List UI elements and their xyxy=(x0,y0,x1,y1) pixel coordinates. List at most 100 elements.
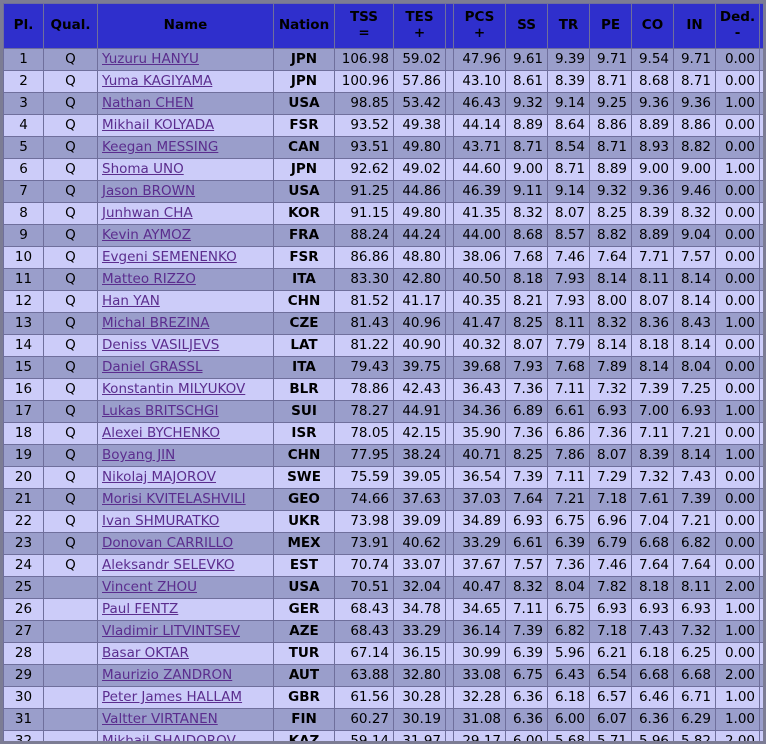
column-header-pl[interactable]: Pl. xyxy=(3,3,44,49)
cell-tr: 8.57 xyxy=(547,224,590,247)
skater-name-link[interactable]: Aleksandr SELEVKO xyxy=(102,557,235,573)
cell-tss: 91.15 xyxy=(334,202,394,225)
skater-name-link[interactable]: Mikhail KOLYADA xyxy=(102,117,214,133)
cell-nation: FIN xyxy=(273,708,335,731)
cell-pcs: 47.96 xyxy=(453,48,506,71)
cell-pcs: 43.10 xyxy=(453,70,506,93)
cell-name: Evgeni SEMENENKO xyxy=(97,246,274,269)
skater-name-link[interactable]: Han YAN xyxy=(102,293,160,309)
cell-tss: 79.43 xyxy=(334,356,394,379)
skater-name-link[interactable]: Konstantin MILYUKOV xyxy=(102,381,245,397)
skater-name-link[interactable]: Junhwan CHA xyxy=(102,205,193,221)
column-header-tr[interactable]: TR xyxy=(547,3,590,49)
skater-name-link[interactable]: Boyang JIN xyxy=(102,447,175,463)
column-header-in[interactable]: IN xyxy=(673,3,716,49)
skater-name-link[interactable]: Nathan CHEN xyxy=(102,95,194,111)
column-header-ss[interactable]: SS xyxy=(505,3,548,49)
cell-spacer xyxy=(445,532,454,555)
skater-name-link[interactable]: Shoma UNO xyxy=(102,161,184,177)
cell-tss: 77.95 xyxy=(334,444,394,467)
cell-deduction: 0.00 xyxy=(715,224,760,247)
column-header-ded[interactable]: Ded. - xyxy=(715,3,760,49)
cell-place: 15 xyxy=(3,356,44,379)
cell-co: 6.68 xyxy=(631,532,674,555)
skater-name-link[interactable]: Morisi KVITELASHVILI xyxy=(102,491,246,507)
skater-name-link[interactable]: Alexei BYCHENKO xyxy=(102,425,220,441)
cell-in: 7.21 xyxy=(673,510,716,533)
cell-qualification: Q xyxy=(43,510,98,533)
cell-ss: 8.25 xyxy=(505,444,548,467)
column-header-pe[interactable]: PE xyxy=(589,3,632,49)
cell-starting-number: #32 xyxy=(759,92,763,115)
column-header-qual[interactable]: Qual. xyxy=(43,3,98,49)
cell-qualification: Q xyxy=(43,136,98,159)
cell-ss: 9.00 xyxy=(505,158,548,181)
cell-ss: 8.61 xyxy=(505,70,548,93)
column-header-co[interactable]: CO xyxy=(631,3,674,49)
skater-name-link[interactable]: Kevin AYMOZ xyxy=(102,227,191,243)
cell-pcs: 44.00 xyxy=(453,224,506,247)
cell-tss: 86.86 xyxy=(334,246,394,269)
cell-in: 7.64 xyxy=(673,554,716,577)
cell-nation: GEO xyxy=(273,488,335,511)
skater-name-link[interactable]: Matteo RIZZO xyxy=(102,271,196,287)
skater-name-link[interactable]: Peter James HALLAM xyxy=(102,689,242,705)
cell-tes: 32.80 xyxy=(393,664,446,687)
column-header-name[interactable]: Name xyxy=(97,3,274,49)
skater-name-link[interactable]: Michal BREZINA xyxy=(102,315,209,331)
skater-name-link[interactable]: Deniss VASILJEVS xyxy=(102,337,219,353)
cell-pe: 9.25 xyxy=(589,92,632,115)
skater-name-link[interactable]: Valtter VIRTANEN xyxy=(102,711,218,727)
cell-starting-number: #11 xyxy=(759,664,763,687)
cell-pe: 7.32 xyxy=(589,378,632,401)
cell-pcs: 43.71 xyxy=(453,136,506,159)
cell-pcs: 40.50 xyxy=(453,268,506,291)
cell-starting-number: #23 xyxy=(759,158,763,181)
skater-name-link[interactable]: Mikhail SHAIDOROV xyxy=(102,733,236,741)
skater-name-link[interactable]: Donovan CARRILLO xyxy=(102,535,233,551)
skater-name-link[interactable]: Basar OKTAR xyxy=(102,645,189,661)
cell-pcs: 34.65 xyxy=(453,598,506,621)
cell-place: 27 xyxy=(3,620,44,643)
column-header-stn[interactable]: StN. xyxy=(759,3,763,49)
cell-co: 8.89 xyxy=(631,224,674,247)
cell-pcs: 37.67 xyxy=(453,554,506,577)
table-row: 21 Q Morisi KVITELASHVILI GEO 74.66 37.63 37.0… xyxy=(3,488,763,511)
cell-tss: 92.62 xyxy=(334,158,394,181)
skater-name-link[interactable]: Lukas BRITSCHGI xyxy=(102,403,218,419)
column-header-tes[interactable]: TES + xyxy=(393,3,446,49)
cell-deduction: 0.00 xyxy=(715,488,760,511)
skater-name-link[interactable]: Evgeni SEMENENKO xyxy=(102,249,237,265)
cell-tr: 8.64 xyxy=(547,114,590,137)
skater-name-link[interactable]: Jason BROWN xyxy=(102,183,195,199)
cell-pcs: 37.03 xyxy=(453,488,506,511)
skater-name-link[interactable]: Daniel GRASSL xyxy=(102,359,203,375)
cell-qualification: Q xyxy=(43,48,98,71)
skater-name-link[interactable]: Maurizio ZANDRON xyxy=(102,667,232,683)
table-row: 16 Q Konstantin MILYUKOV BLR 78.86 42.43 36.43… xyxy=(3,378,763,401)
skater-name-link[interactable]: Yuzuru HANYU xyxy=(102,51,199,67)
skater-name-link[interactable]: Vladimir LITVINTSEV xyxy=(102,623,240,639)
column-header-nation[interactable]: Nation xyxy=(273,3,335,49)
skater-name-link[interactable]: Paul FENTZ xyxy=(102,601,178,617)
cell-tr: 7.79 xyxy=(547,334,590,357)
skater-name-link[interactable]: Nikolaj MAJOROV xyxy=(102,469,216,485)
cell-spacer xyxy=(445,158,454,181)
cell-pe: 6.93 xyxy=(589,400,632,423)
cell-tss: 67.14 xyxy=(334,642,394,665)
skater-name-link[interactable]: Vincent ZHOU xyxy=(102,579,197,595)
cell-ss: 8.18 xyxy=(505,268,548,291)
column-header-pcs[interactable]: PCS + xyxy=(453,3,506,49)
cell-tr: 7.46 xyxy=(547,246,590,269)
cell-pe: 8.00 xyxy=(589,290,632,313)
cell-ss: 7.57 xyxy=(505,554,548,577)
cell-ss: 6.36 xyxy=(505,708,548,731)
cell-pcs: 40.35 xyxy=(453,290,506,313)
skater-name-link[interactable]: Ivan SHMURATKO xyxy=(102,513,219,529)
cell-place: 25 xyxy=(3,576,44,599)
skater-name-link[interactable]: Keegan MESSING xyxy=(102,139,218,155)
skater-name-link[interactable]: Yuma KAGIYAMA xyxy=(102,73,212,89)
cell-spacer xyxy=(445,422,454,445)
column-header-tss[interactable]: TSS = xyxy=(334,3,394,49)
cell-tes: 34.78 xyxy=(393,598,446,621)
